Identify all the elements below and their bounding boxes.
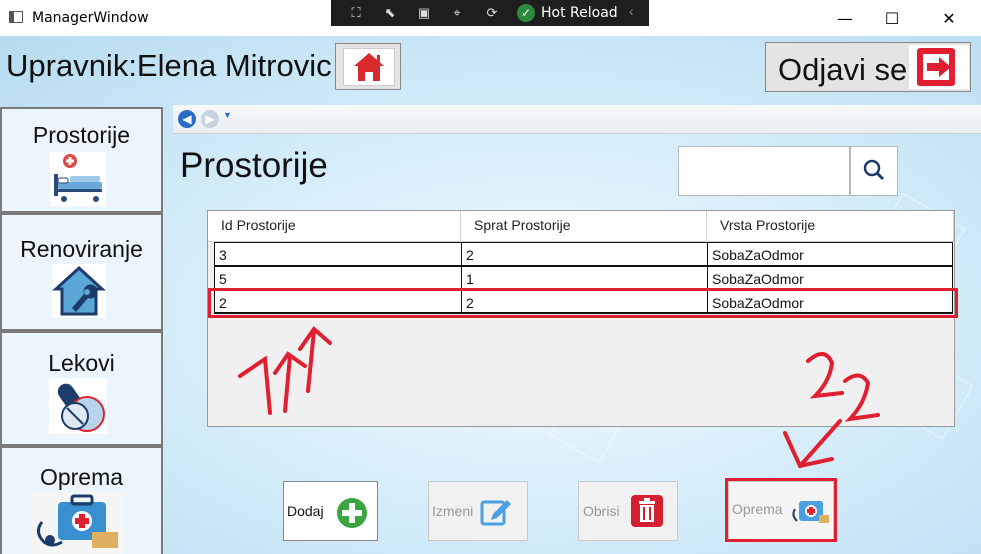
annotation-arrow-1 [238,326,332,415]
column-header-floor[interactable]: Sprat Prostorije [461,211,707,241]
track-focus-icon[interactable]: ⌖ [448,4,466,22]
minimize-button[interactable]: — [822,6,868,32]
cell-floor: 2 [462,243,708,265]
sidebar-item-lekovi[interactable]: Lekovi [0,331,163,446]
delete-button[interactable]: Obrisi [578,481,678,541]
cursor-select-icon[interactable]: ⬉ [381,4,399,22]
trash-icon [631,495,663,527]
page-title: Prostorije [180,146,328,185]
sidebar-item-label: Oprema [39,464,124,490]
sidebar-item-label: Prostorije [32,122,131,148]
sidebar-item-oprema[interactable]: Oprema [0,446,163,554]
home-icon [354,53,384,81]
add-label: Dodaj [287,503,324,519]
delete-label: Obrisi [583,503,620,519]
title-bar: ManagerWindow ⛶ ⬉ ▣ ⌖ ⟳ ✓ Hot Reload ‹ —… [0,0,981,36]
hot-reload-label[interactable]: Hot Reload [541,5,618,21]
medical-kit-icon [37,494,118,548]
house-wrench-icon [52,265,106,316]
edit-label: Izmeni [432,503,474,519]
logout-icon [917,48,955,86]
sidebar-item-label: Lekovi [48,350,115,376]
edit-icon [480,500,511,526]
back-arrow-icon[interactable]: ◀ [178,110,196,128]
home-button[interactable] [335,43,401,90]
cell-type: SobaZaOdmor [712,247,804,263]
logout-button[interactable]: Odjavi se [765,42,971,92]
column-header-type[interactable]: Vrsta Prostorije [707,211,954,241]
pills-icon [57,383,105,432]
search-input[interactable] [678,146,850,196]
annotation-highlight-button [725,478,837,542]
display-layout-adorners-icon[interactable]: ▣ [415,4,433,22]
sidebar-item-renoviranje[interactable]: Renoviranje [0,213,163,331]
forward-arrow-icon[interactable]: ▶ [201,110,219,128]
maximize-button[interactable]: ☐ [869,6,915,32]
window-title: ManagerWindow [32,10,149,26]
cell-id: 5 [215,267,462,289]
binding-failures-icon[interactable]: ⟳ [483,4,501,22]
add-button[interactable]: Dodaj [283,481,378,541]
table-row[interactable]: 3 2 SobaZaOdmor [214,242,953,266]
hospital-bed-icon [54,154,102,202]
sidebar-item-prostorije[interactable]: Prostorije [0,107,163,213]
manager-name-label: Upravnik:Elena Mitrovic [6,48,332,83]
cell-id: 3 [215,243,462,265]
cell-type: SobaZaOdmor [712,271,804,287]
logout-label: Odjavi se [778,52,908,87]
search-button[interactable] [850,146,898,196]
column-header-id[interactable]: Id Prostorije [208,211,461,241]
edit-button[interactable]: Izmeni [428,481,528,541]
collapse-toolbar-icon[interactable]: ‹ [629,3,634,19]
main-area: Upravnik:Elena Mitrovic Odjavi se Prosto… [0,36,981,554]
app-window-icon [9,11,23,23]
cell-floor: 1 [462,267,708,289]
sidebar-item-label: Renoviranje [20,236,143,262]
annotation-arrow-2 [783,352,880,469]
annotation-highlight-row [208,288,958,318]
plus-icon [337,498,367,528]
table-row[interactable]: 5 1 SobaZaOdmor [214,266,953,290]
select-element-icon[interactable]: ⛶ [347,4,365,22]
close-button[interactable]: ✕ [926,6,972,32]
search-icon [863,159,885,181]
hot-reload-check-icon: ✓ [517,4,535,22]
xaml-debug-toolbar: ⛶ ⬉ ▣ ⌖ ⟳ ✓ Hot Reload ‹ [331,0,649,26]
history-dropdown-icon[interactable]: ▼ [223,110,232,120]
table-header-row: Id Prostorije Sprat Prostorije Vrsta Pro… [208,211,954,242]
frame-navigation-bar: ◀ ▶ ▼ [173,105,981,134]
